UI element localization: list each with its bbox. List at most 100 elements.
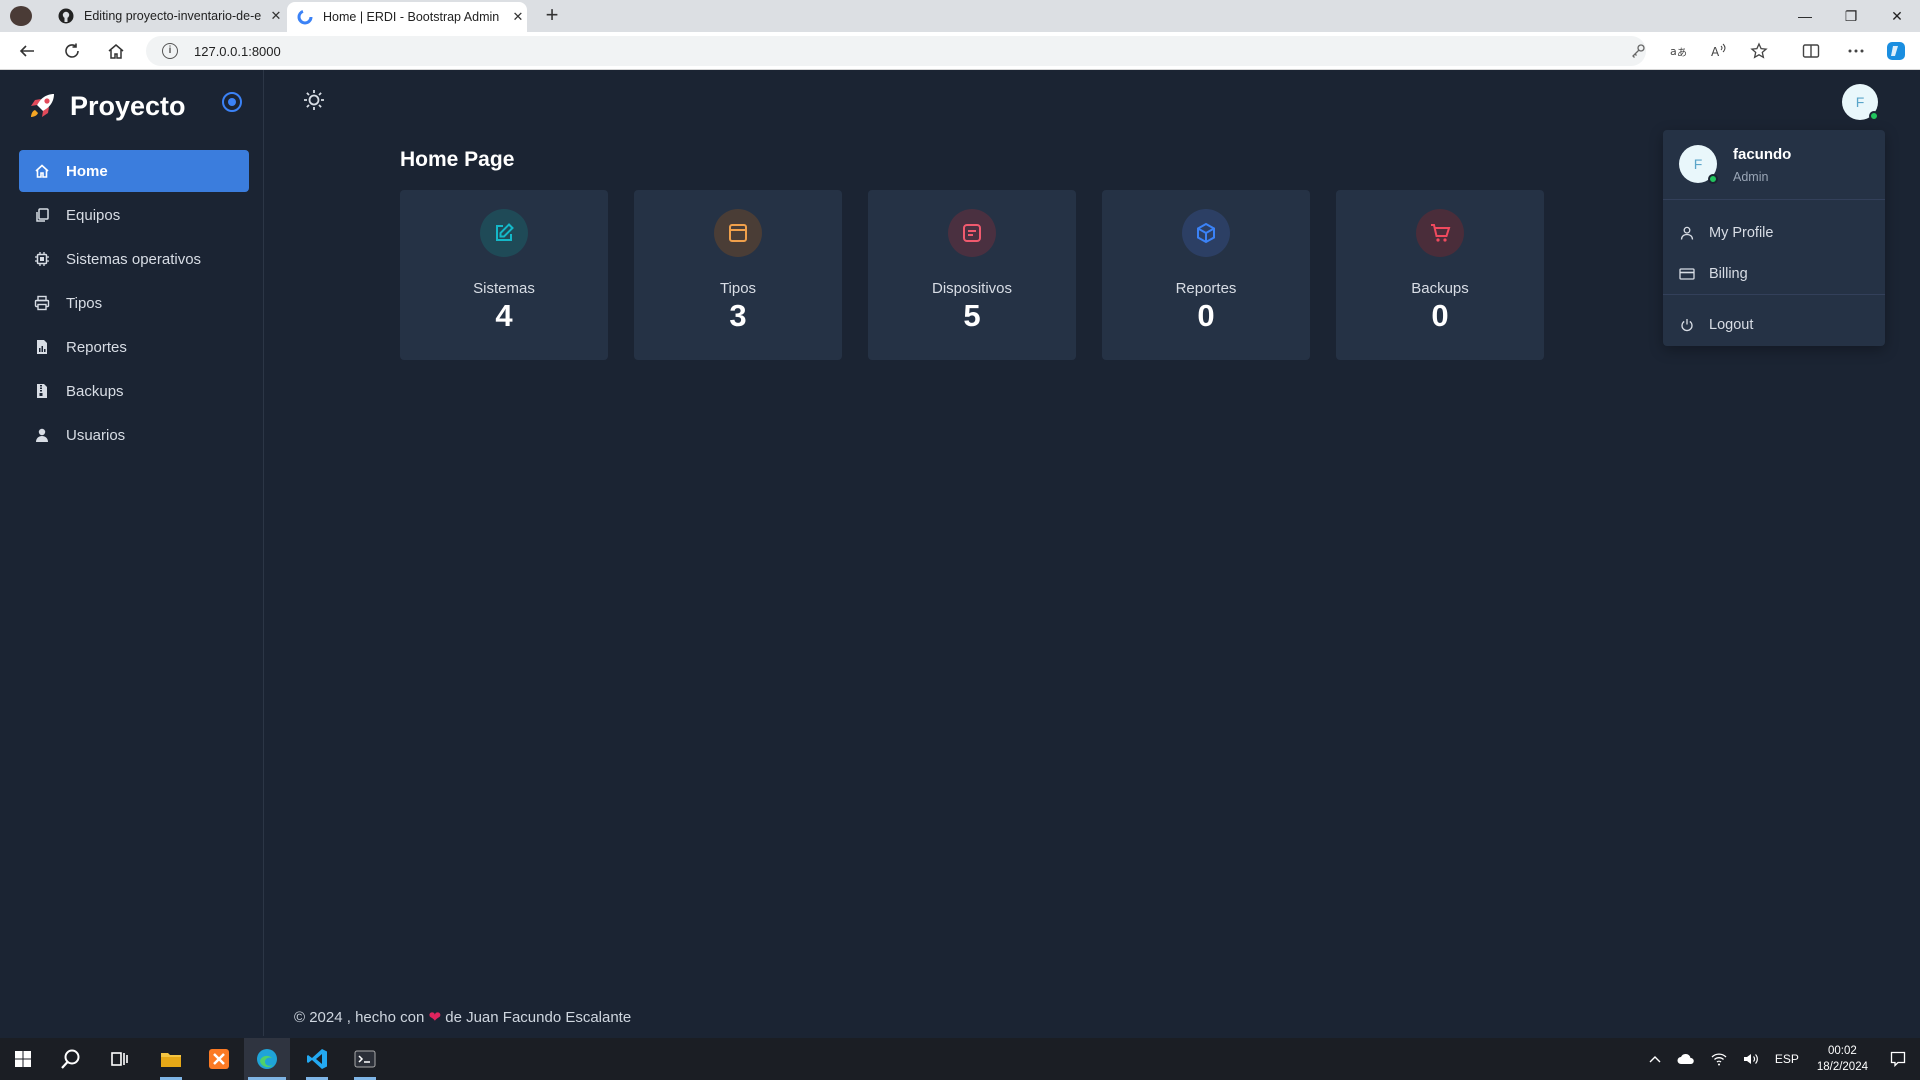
- search-icon[interactable]: [48, 1038, 94, 1080]
- sidebar-item-label: Sistemas operativos: [66, 250, 202, 268]
- svg-text:a: a: [1670, 45, 1677, 58]
- refresh-icon[interactable]: [61, 40, 83, 62]
- user-dropdown-menu: F facundo Admin My Profile Billing Logou…: [1663, 130, 1885, 346]
- terminal-icon[interactable]: [342, 1038, 388, 1080]
- theme-toggle-sun-icon[interactable]: [302, 88, 326, 112]
- edit-icon: [480, 209, 528, 257]
- close-window-button[interactable]: ✕: [1874, 0, 1920, 32]
- rocket-icon: [31, 94, 54, 117]
- stat-card-value: 4: [495, 298, 513, 333]
- vscode-icon[interactable]: [294, 1038, 340, 1080]
- github-icon: [58, 8, 74, 24]
- edge-browser-icon[interactable]: [244, 1038, 290, 1080]
- sidebar-item-label: Tipos: [66, 294, 103, 312]
- menu-item-label: Logout: [1709, 317, 1754, 333]
- key-icon[interactable]: [1627, 40, 1649, 62]
- stat-card-sistemas[interactable]: Sistemas 4: [400, 190, 608, 360]
- window-controls: — ❐ ✕: [1782, 0, 1920, 32]
- restore-button[interactable]: ❐: [1828, 0, 1874, 32]
- sidebar-item-label: Backups: [66, 382, 124, 400]
- browser-profile-avatar[interactable]: [10, 6, 32, 26]
- credit-card-icon: [1679, 268, 1695, 280]
- split-screen-icon[interactable]: [1800, 40, 1822, 62]
- new-tab-button[interactable]: +: [540, 4, 564, 28]
- cart-icon: [1416, 209, 1464, 257]
- stat-card-label: Sistemas: [473, 280, 535, 297]
- minimize-button[interactable]: —: [1782, 0, 1828, 32]
- brand[interactable]: Proyecto: [26, 86, 186, 126]
- menu-item-label: Billing: [1709, 266, 1748, 282]
- copy-icon: [33, 206, 51, 224]
- stat-card-reportes[interactable]: Reportes 0: [1102, 190, 1310, 360]
- volume-icon[interactable]: [1743, 1052, 1759, 1066]
- wifi-icon[interactable]: [1711, 1052, 1727, 1066]
- my-profile-menu-item[interactable]: My Profile: [1663, 214, 1885, 252]
- sidebar-toggle-icon[interactable]: [222, 92, 242, 112]
- user-avatar-button[interactable]: F: [1842, 84, 1879, 121]
- windows-taskbar: ESP 00:02 18/2/2024: [0, 1038, 1920, 1080]
- app-root: Proyecto Home Equipos Sistemas operativo…: [4, 70, 1916, 1036]
- brand-name: Proyecto: [70, 90, 186, 121]
- sidebar-item-sistemas-operativos[interactable]: Sistemas operativos: [19, 238, 249, 280]
- svg-text:A: A: [1711, 45, 1720, 59]
- user-role: Admin: [1733, 170, 1769, 184]
- sidebar-item-backups[interactable]: Backups: [19, 370, 249, 412]
- more-options-icon[interactable]: [1845, 40, 1867, 62]
- input-language[interactable]: ESP: [1775, 1052, 1799, 1066]
- online-status-dot: [1708, 174, 1718, 184]
- file-chart-icon: [33, 338, 51, 356]
- back-icon[interactable]: [16, 40, 38, 62]
- read-aloud-icon[interactable]: A: [1708, 40, 1730, 62]
- site-info-icon[interactable]: i: [162, 43, 178, 59]
- sidebar-item-equipos[interactable]: Equipos: [19, 194, 249, 236]
- clock[interactable]: 00:02 18/2/2024: [1817, 1043, 1868, 1075]
- tab-close-button[interactable]: ✕: [509, 9, 527, 25]
- page-title: Home Page: [400, 148, 515, 171]
- favorite-star-icon[interactable]: [1748, 40, 1770, 62]
- url-text: 127.0.0.1:8000: [194, 44, 281, 59]
- chevron-up-icon[interactable]: [1649, 1055, 1661, 1063]
- task-view-icon[interactable]: [96, 1038, 142, 1080]
- tab-title: Home | ERDI - Bootstrap Admin: [323, 10, 500, 24]
- divider: [1663, 294, 1885, 295]
- stat-card-label: Dispositivos: [931, 280, 1013, 297]
- browser-tab-github[interactable]: Editing proyecto-inventario-de-e ✕: [50, 0, 285, 32]
- xampp-icon[interactable]: [196, 1038, 242, 1080]
- stat-card-label: Backups: [1411, 280, 1469, 297]
- sidebar-item-tipos[interactable]: Tipos: [19, 282, 249, 324]
- stat-card-value: 0: [1197, 298, 1215, 333]
- footer: © 2024 , hecho con ❤ de Juan Facundo Esc…: [294, 1008, 631, 1026]
- sidebar-item-usuarios[interactable]: Usuarios: [19, 414, 249, 456]
- translate-icon[interactable]: aあ: [1668, 40, 1690, 62]
- sidebar-item-label: Reportes: [66, 338, 127, 356]
- home-browser-icon[interactable]: [105, 40, 127, 62]
- file-explorer-icon[interactable]: [148, 1038, 194, 1080]
- home-icon: [33, 162, 51, 180]
- url-field[interactable]: i 127.0.0.1:8000: [146, 36, 1646, 66]
- site-favicon-icon: [297, 9, 313, 25]
- browser-tab-home[interactable]: Home | ERDI - Bootstrap Admin ✕: [287, 2, 527, 32]
- stat-card-label: Tipos: [719, 280, 757, 297]
- system-tray: ESP 00:02 18/2/2024: [1641, 1038, 1920, 1080]
- sidebar-nav: Home Equipos Sistemas operativos Tipos R…: [19, 150, 249, 458]
- footer-text-after: de Juan Facundo Escalante: [445, 1009, 632, 1026]
- logout-menu-item[interactable]: Logout: [1663, 306, 1885, 344]
- stat-card-tipos[interactable]: Tipos 3: [634, 190, 842, 360]
- sidebar-item-home[interactable]: Home: [19, 150, 249, 192]
- stat-card-value: 0: [1431, 298, 1449, 333]
- user-icon: [1679, 226, 1695, 240]
- tab-close-button[interactable]: ✕: [267, 8, 285, 24]
- browser-tab-bar: Editing proyecto-inventario-de-e ✕ Home …: [0, 0, 1920, 32]
- onedrive-cloud-icon[interactable]: [1677, 1053, 1695, 1065]
- copilot-icon[interactable]: [1885, 40, 1907, 62]
- printer-icon: [33, 294, 51, 312]
- billing-menu-item[interactable]: Billing: [1663, 255, 1885, 293]
- window-icon: [714, 209, 762, 257]
- stat-card-dispositivos[interactable]: Dispositivos 5: [868, 190, 1076, 360]
- sidebar-item-label: Equipos: [66, 206, 121, 224]
- notifications-icon[interactable]: [1890, 1051, 1906, 1067]
- stat-card-label: Reportes: [1175, 280, 1237, 297]
- sidebar-item-reportes[interactable]: Reportes: [19, 326, 249, 368]
- windows-start-icon[interactable]: [0, 1038, 46, 1080]
- stat-card-backups[interactable]: Backups 0: [1336, 190, 1544, 360]
